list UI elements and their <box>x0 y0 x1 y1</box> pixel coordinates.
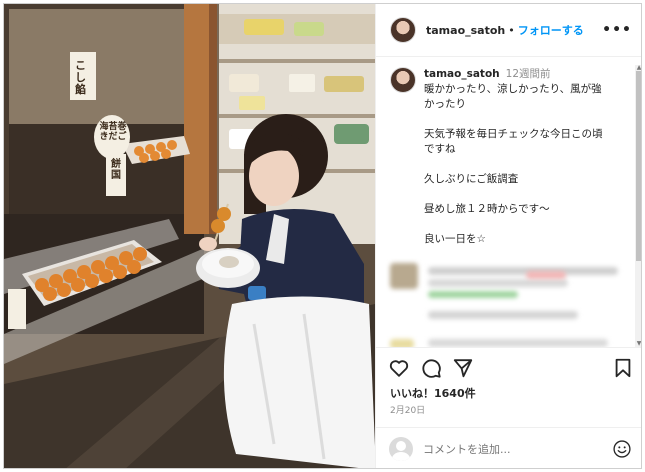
caption-time[interactable]: 12週間前 <box>506 68 551 80</box>
more-options-icon[interactable]: ••• <box>602 22 632 38</box>
header-username[interactable]: tamao_satoh <box>426 24 505 37</box>
caption-line <box>424 217 603 232</box>
comment-icon[interactable] <box>420 357 442 379</box>
comments-area[interactable]: tamao_satoh 12週間前 暖かかったり、涼しかったり、風が強 かったり … <box>376 57 641 347</box>
post-header: tamao_satoh • フォローする ••• <box>376 4 641 57</box>
caption: tamao_satoh 12週間前 暖かかったり、涼しかったり、風が強 かったり … <box>390 67 630 247</box>
commenter-avatar-icon <box>389 437 413 461</box>
smiley-icon[interactable] <box>612 439 632 459</box>
caption-avatar[interactable] <box>390 67 416 93</box>
post-window: こし餡 海苔巻きだご 餅国 tamao_satoh • フォローする ••• t… <box>3 3 642 469</box>
photo-illustration <box>4 4 375 468</box>
likes-count[interactable]: いいね！1640件 <box>390 385 476 401</box>
share-icon[interactable] <box>452 357 474 379</box>
caption-username[interactable]: tamao_satoh <box>424 68 500 80</box>
comment-box <box>376 427 641 468</box>
caption-line: かったり <box>424 98 466 110</box>
bookmark-icon[interactable] <box>612 357 634 379</box>
photo-sign-koshian: こし餡 <box>75 59 86 96</box>
post-photo[interactable]: こし餡 海苔巻きだご 餅国 <box>4 4 375 468</box>
caption-line: 昼めし旅１２時からです〜 <box>424 203 550 215</box>
caption-text: tamao_satoh 12週間前 暖かかったり、涼しかったり、風が強 かったり … <box>424 67 603 247</box>
caption-line <box>424 157 603 172</box>
caption-line: 暖かかったり、涼しかったり、風が強 <box>424 83 602 95</box>
scroll-thumb[interactable] <box>636 71 641 261</box>
caption-line: 良い一日を☆ <box>424 233 486 245</box>
caption-line: 天気予報を毎日チェックな今日この頃 <box>424 128 603 140</box>
photo-sign-mochi: 餅国 <box>111 159 121 181</box>
post-actions: いいね！1640件 2月20日 <box>376 347 641 439</box>
follow-button[interactable]: フォローする <box>518 22 584 38</box>
comments-scrollbar[interactable]: ▲ ▼ <box>635 65 641 347</box>
caption-line: ですね <box>424 143 456 155</box>
caption-line: 久しぶりにご飯調査 <box>424 173 519 185</box>
photo-sign-norimaki: 海苔巻きだご <box>99 122 127 142</box>
header-separator: • <box>508 23 515 37</box>
caption-line <box>424 112 603 127</box>
avatar[interactable] <box>390 17 416 43</box>
heart-icon[interactable] <box>388 357 410 379</box>
post-date[interactable]: 2月20日 <box>390 403 425 416</box>
comment-input[interactable] <box>423 442 612 456</box>
post-details-panel: tamao_satoh • フォローする ••• tamao_satoh 12週間… <box>375 4 641 468</box>
caption-line <box>424 187 603 202</box>
